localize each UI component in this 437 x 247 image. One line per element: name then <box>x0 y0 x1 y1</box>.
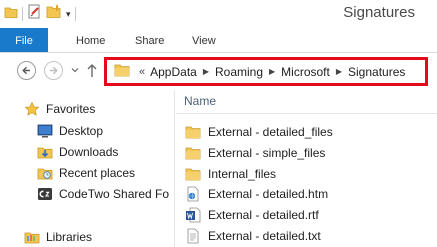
file-row[interactable]: Internal_files <box>185 164 276 184</box>
file-name: Internal_files <box>208 167 277 181</box>
file-name: External - simple_files <box>208 146 326 160</box>
nav-item-downloads[interactable]: Downloads <box>37 142 118 162</box>
address-overflow-chevron[interactable]: « <box>139 66 145 78</box>
arrow-left-icon <box>22 66 30 75</box>
downloads-icon <box>37 144 53 160</box>
arrow-right-icon <box>50 66 58 75</box>
file-row[interactable]: External - detailed_files <box>185 122 333 142</box>
tab-home[interactable]: Home <box>76 28 105 52</box>
chevron-right-icon[interactable]: ▶ <box>203 67 209 76</box>
ribbon-tabs: File Home Share View <box>0 28 437 53</box>
column-header-name[interactable]: Name <box>184 94 216 108</box>
pane-splitter[interactable] <box>174 90 175 247</box>
folder-icon <box>185 124 201 140</box>
tab-file[interactable]: File <box>0 28 48 52</box>
nav-item-desktop[interactable]: Desktop <box>37 121 103 141</box>
nav-item-libraries[interactable]: Libraries <box>24 227 92 247</box>
toolbar-separator <box>74 7 76 21</box>
properties-icon[interactable] <box>27 4 42 24</box>
html-file-icon <box>185 186 201 202</box>
tab-view[interactable]: View <box>192 28 216 52</box>
file-name: External - detailed.txt <box>208 229 321 243</box>
breadcrumb-appdata[interactable]: AppData <box>149 65 198 79</box>
file-row[interactable]: External - detailed.htm <box>185 184 328 204</box>
toolbar-separator <box>22 7 23 21</box>
file-name: External - detailed.htm <box>208 187 329 201</box>
text-file-icon <box>185 228 201 244</box>
word-file-icon <box>185 207 201 223</box>
file-row[interactable]: External - simple_files <box>185 143 325 163</box>
nav-item-recent-places[interactable]: Recent places <box>37 163 135 183</box>
file-row[interactable]: External - detailed.rtf <box>185 205 319 225</box>
file-name: External - detailed_files <box>208 125 333 139</box>
breadcrumb-roaming[interactable]: Roaming <box>214 65 264 79</box>
forward-button[interactable] <box>44 61 63 80</box>
title-bar: ▾ Signatures <box>0 0 437 28</box>
folder-icon <box>185 145 201 161</box>
nav-item-label: Libraries <box>46 230 93 244</box>
nav-item-label: Desktop <box>59 124 104 138</box>
quick-access-toolbar: ▾ <box>4 4 76 24</box>
libraries-icon <box>24 229 40 245</box>
chevron-right-icon[interactable]: ▶ <box>269 67 275 76</box>
nav-item-label: Favorites <box>46 102 96 116</box>
explorer-window: ▾ Signatures File Home Share View « AppD… <box>0 0 437 247</box>
nav-item-codetwo-shared[interactable]: CodeTwo Shared Fo <box>37 184 169 204</box>
window-title: Signatures <box>343 4 415 21</box>
up-arrow-icon[interactable] <box>86 62 98 79</box>
customize-toolbar-dropdown[interactable]: ▾ <box>66 9 71 19</box>
chevron-right-icon[interactable]: ▶ <box>336 67 342 76</box>
breadcrumb-microsoft[interactable]: Microsoft <box>280 65 331 79</box>
address-bar[interactable]: « AppData ▶ Roaming ▶ Microsoft ▶ Signat… <box>108 61 426 82</box>
folder-icon <box>114 63 130 80</box>
folder-icon[interactable] <box>4 5 18 24</box>
tab-share[interactable]: Share <box>135 28 164 52</box>
nav-item-favorites[interactable]: Favorites <box>24 99 95 119</box>
file-row[interactable]: External - detailed.txt <box>185 226 321 246</box>
recent-places-icon <box>37 165 53 181</box>
new-folder-icon[interactable] <box>46 4 62 24</box>
breadcrumb-signatures[interactable]: Signatures <box>347 65 406 79</box>
back-button[interactable] <box>17 61 36 80</box>
recent-locations-chevron-icon[interactable] <box>71 67 79 73</box>
folder-icon <box>185 166 201 182</box>
codetwo-icon <box>37 186 53 202</box>
nav-item-label: Recent places <box>59 166 136 180</box>
file-name: External - detailed.rtf <box>208 208 319 222</box>
column-header-divider <box>176 113 437 114</box>
desktop-icon <box>37 123 53 139</box>
nav-item-label: CodeTwo Shared Fo <box>59 187 170 201</box>
nav-item-label: Downloads <box>59 145 119 159</box>
star-icon <box>24 101 40 117</box>
